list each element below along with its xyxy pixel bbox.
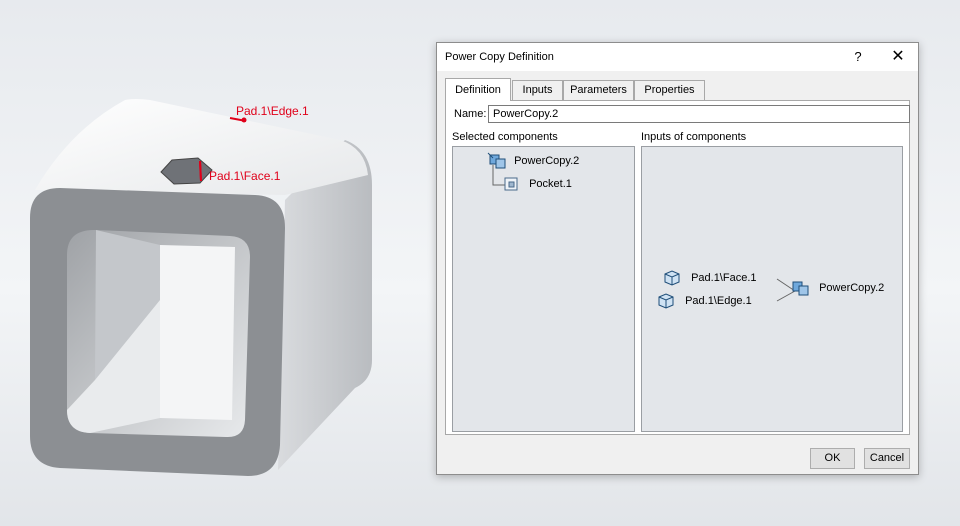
tree-node-pocket[interactable]: Pocket.1 — [503, 176, 572, 192]
tab-parameters[interactable]: Parameters — [563, 80, 634, 100]
edge-annotation: Pad.1\Edge.1 — [236, 104, 309, 118]
tab-properties[interactable]: Properties — [634, 80, 705, 100]
help-button[interactable]: ? — [844, 46, 872, 68]
input-face[interactable]: Pad.1\Face.1 — [662, 269, 757, 287]
selected-components-label: Selected components — [452, 131, 558, 143]
definition-panel: Name: PowerCopy.2 Selected components In… — [445, 100, 910, 435]
face-highlight — [199, 160, 202, 182]
title-bar[interactable]: Power Copy Definition ? ✕ — [437, 43, 918, 71]
target-powercopy[interactable]: PowerCopy.2 — [790, 279, 884, 297]
square-tube-model[interactable] — [0, 0, 430, 526]
ok-button[interactable]: OK — [810, 448, 855, 469]
close-button[interactable]: ✕ — [884, 46, 912, 68]
tree-node-label: PowerCopy.2 — [514, 154, 580, 167]
name-input[interactable]: PowerCopy.2 — [488, 105, 910, 123]
selected-components-tree[interactable]: PowerCopy.2 Pocket.1 — [452, 146, 635, 432]
3d-viewport[interactable]: Pad.1\Edge.1 Pad.1\Face.1 — [0, 0, 430, 526]
dialog-title: Power Copy Definition — [445, 51, 554, 63]
face-annotation: Pad.1\Face.1 — [209, 169, 281, 183]
power-copy-definition-dialog: Power Copy Definition ? ✕ Definition Inp… — [436, 42, 919, 475]
powercopy-icon — [487, 152, 506, 169]
target-label: PowerCopy.2 — [819, 281, 885, 294]
input-label: Pad.1\Face.1 — [691, 271, 757, 284]
pocket-icon — [504, 177, 518, 191]
input-label: Pad.1\Edge.1 — [685, 294, 752, 307]
input-edge[interactable]: Pad.1\Edge.1 — [656, 292, 752, 310]
powercopy-icon — [792, 281, 809, 296]
inputs-of-components-label: Inputs of components — [641, 131, 747, 143]
face-input-icon — [664, 270, 680, 286]
tree-node-label: Pocket.1 — [529, 177, 572, 190]
edge-input-icon — [658, 293, 674, 309]
tab-inputs[interactable]: Inputs — [512, 80, 563, 100]
cancel-button[interactable]: Cancel — [864, 448, 910, 469]
inputs-of-components-view[interactable]: Pad.1\Face.1 Pad.1\Edge.1 PowerCopy.2 — [641, 146, 903, 432]
tab-definition[interactable]: Definition — [445, 78, 511, 101]
name-label: Name: — [454, 108, 487, 120]
tree-node-powercopy[interactable]: PowerCopy.2 — [487, 152, 579, 170]
